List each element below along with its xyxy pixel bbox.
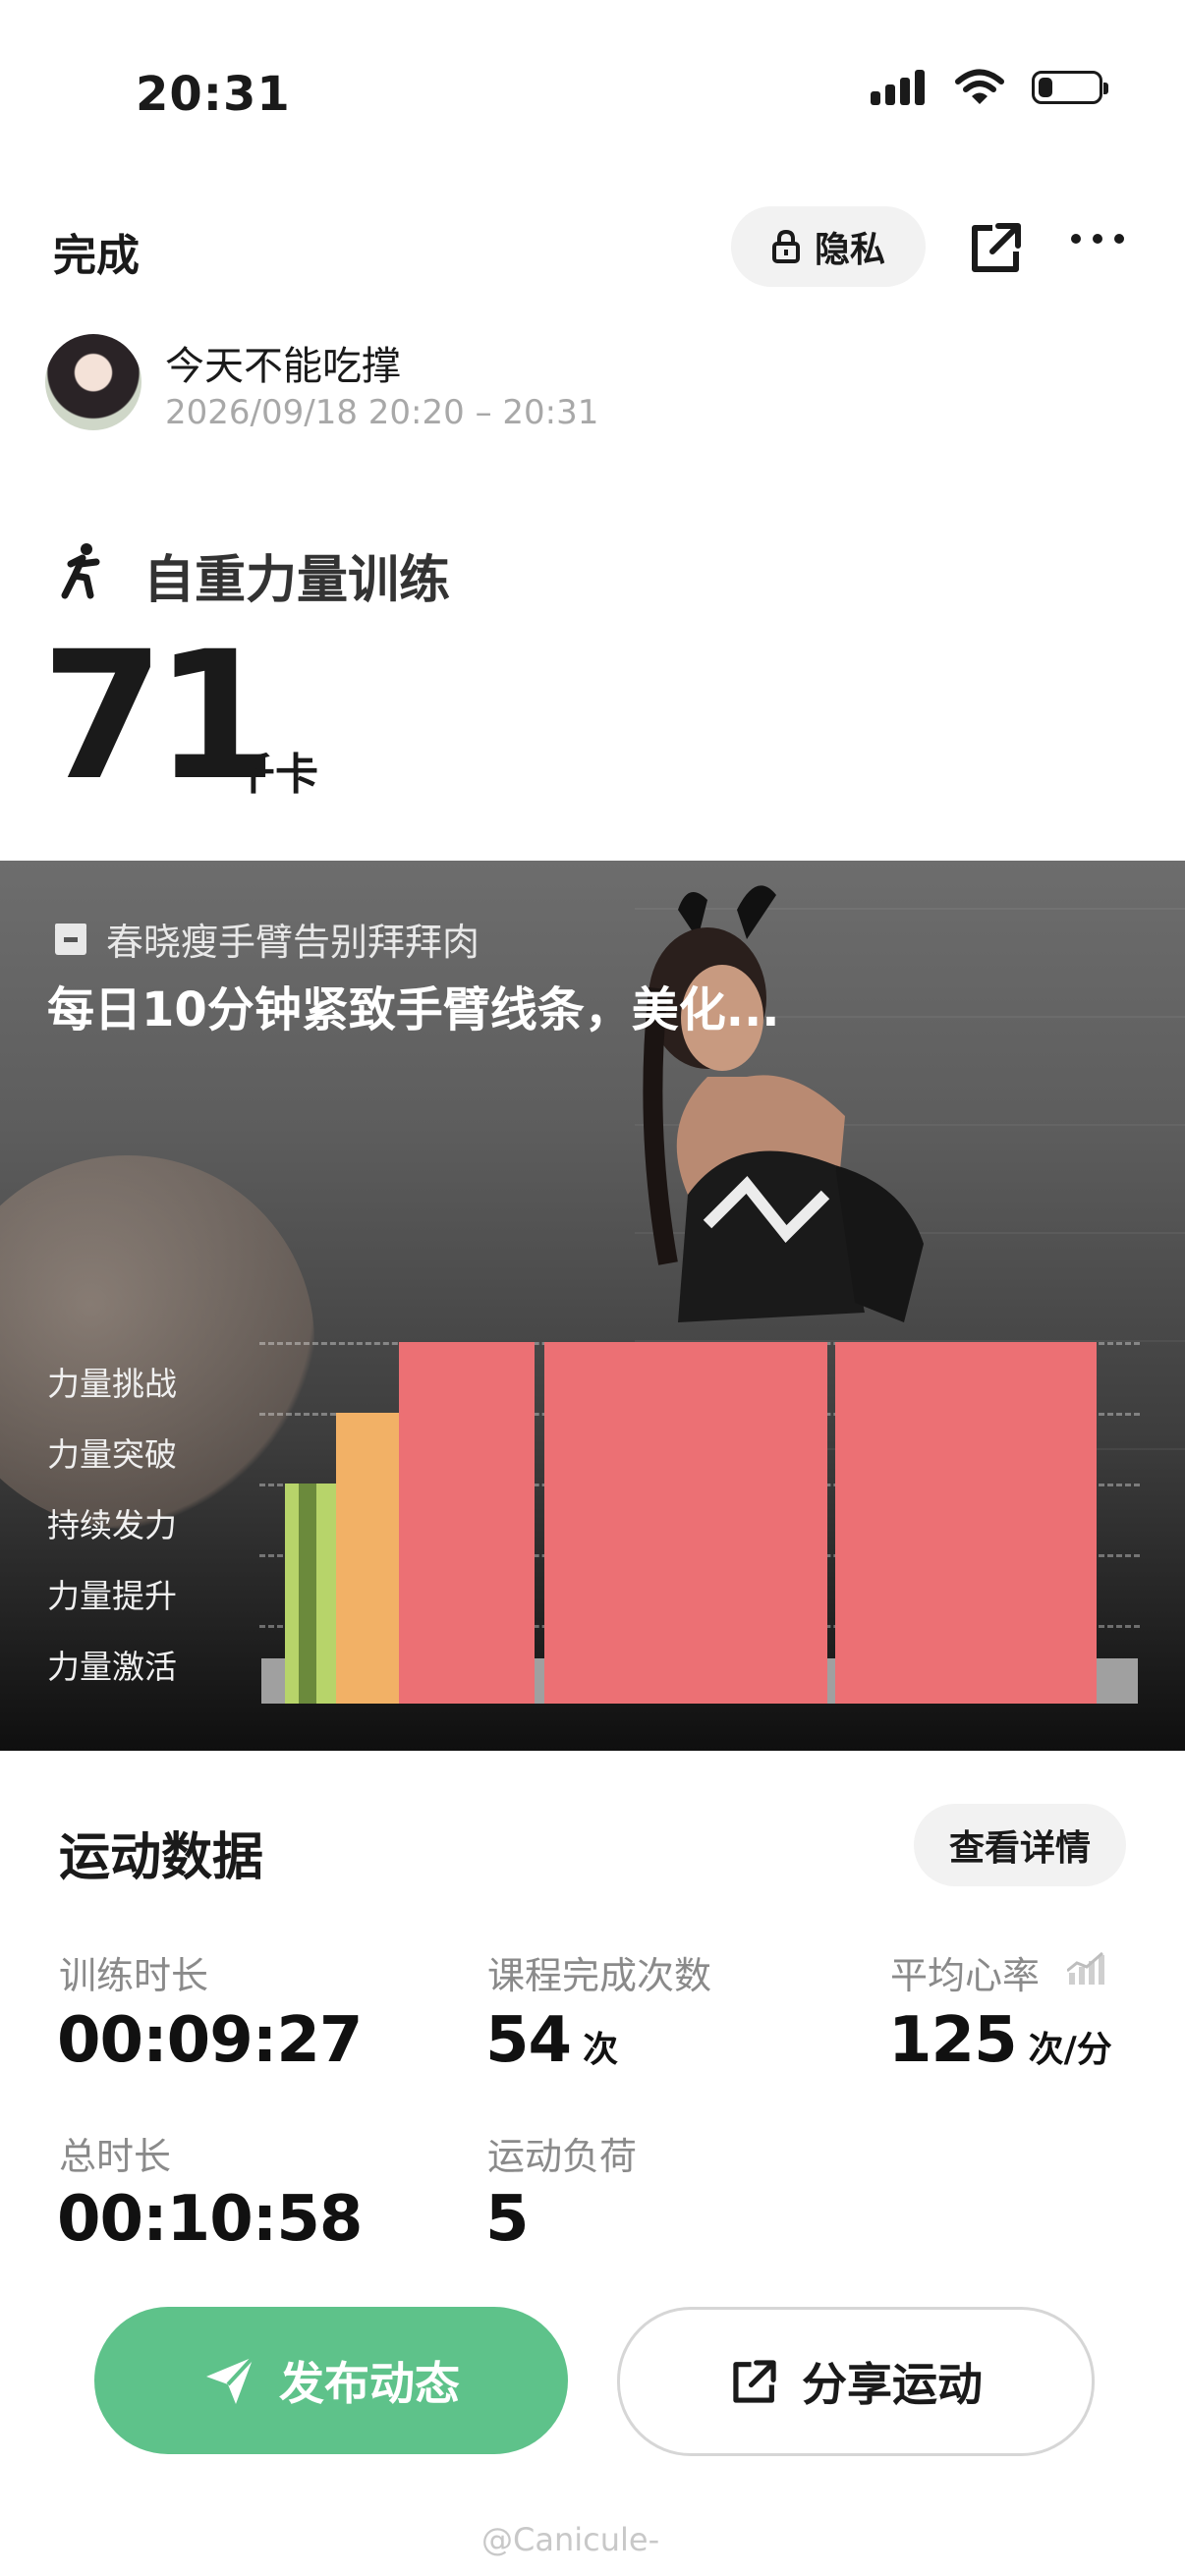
- zone-bar: [299, 1484, 316, 1704]
- stat-unit: 次/分: [1028, 2030, 1112, 2070]
- zone-label: 力量挑战: [47, 1365, 177, 1403]
- stat-label: 平均心率: [890, 1954, 1041, 1997]
- zone-label: 力量激活: [47, 1648, 177, 1686]
- watermark: @Canicule-: [481, 2521, 660, 2558]
- workout-type: 自重力量训练: [143, 551, 451, 610]
- course-icon: [55, 924, 86, 955]
- zone-label: 持续发力: [47, 1506, 177, 1544]
- wifi-icon: [955, 69, 1004, 104]
- stat-value: 00:10:58: [57, 2183, 363, 2256]
- stat-label: 训练时长: [59, 1954, 209, 1997]
- stat-value: 54: [485, 2004, 572, 2077]
- stat-value: 125: [888, 2004, 1018, 2077]
- more-icon[interactable]: [1071, 234, 1124, 244]
- stat-value-group: 125 次/分: [888, 2004, 1112, 2077]
- status-icons: [871, 69, 1108, 106]
- workout-person-icon: [61, 543, 100, 599]
- course-banner[interactable]: 春晓瘦手臂告别拜拜肉 每日10分钟紧致手臂线条，美化... 力量挑战 力量突破 …: [0, 861, 1185, 1751]
- heart-rate-icon: [1067, 1951, 1104, 1985]
- banner-image-person: [643, 885, 924, 1322]
- publish-button[interactable]: 发布动态: [94, 2307, 568, 2454]
- share-workout-button[interactable]: 分享运动: [617, 2307, 1095, 2456]
- workout-time-range: 2026/09/18 20:20 – 20:31: [165, 393, 599, 432]
- course-name: 春晓瘦手臂告别拜拜肉: [106, 921, 480, 964]
- zone-label: 力量提升: [47, 1577, 177, 1615]
- calories-unit: 千卡: [232, 750, 318, 800]
- avatar[interactable]: [45, 334, 141, 430]
- stat-value-group: 54 次: [485, 2004, 618, 2077]
- stat-label: 运动负荷: [487, 2135, 638, 2178]
- done-button[interactable]: 完成: [53, 220, 140, 283]
- publish-label: 发布动态: [279, 2357, 460, 2410]
- privacy-button[interactable]: 隐私: [731, 206, 926, 287]
- zone-bar: [336, 1413, 399, 1704]
- share-icon: [733, 2360, 776, 2403]
- status-time: 20:31: [136, 67, 291, 122]
- section-title: 运动数据: [59, 1828, 264, 1887]
- send-icon: [206, 2355, 255, 2404]
- battery-icon: [1032, 71, 1108, 104]
- zone-bar: [835, 1342, 1097, 1704]
- zone-label: 力量突破: [47, 1435, 177, 1474]
- zone-bar: [399, 1342, 535, 1704]
- view-details-button[interactable]: 查看详情: [914, 1804, 1126, 1886]
- zone-bar: [544, 1342, 827, 1704]
- stat-value: 00:09:27: [57, 2004, 363, 2077]
- lock-icon: [771, 229, 800, 263]
- signal-icon: [871, 70, 925, 105]
- share-label: 分享运动: [802, 2358, 983, 2411]
- zone-bar: [285, 1484, 299, 1704]
- stat-label: 课程完成次数: [487, 1954, 712, 1997]
- user-name: 今天不能吃撑: [165, 344, 401, 389]
- stat-value: 5: [485, 2183, 530, 2256]
- share-icon[interactable]: [967, 218, 1026, 277]
- course-description: 每日10分钟紧致手臂线条，美化...: [47, 982, 780, 1037]
- stat-label: 总时长: [59, 2135, 172, 2178]
- zone-bar: [316, 1484, 336, 1704]
- privacy-label: 隐私: [814, 230, 885, 270]
- stat-unit: 次: [583, 2030, 619, 2070]
